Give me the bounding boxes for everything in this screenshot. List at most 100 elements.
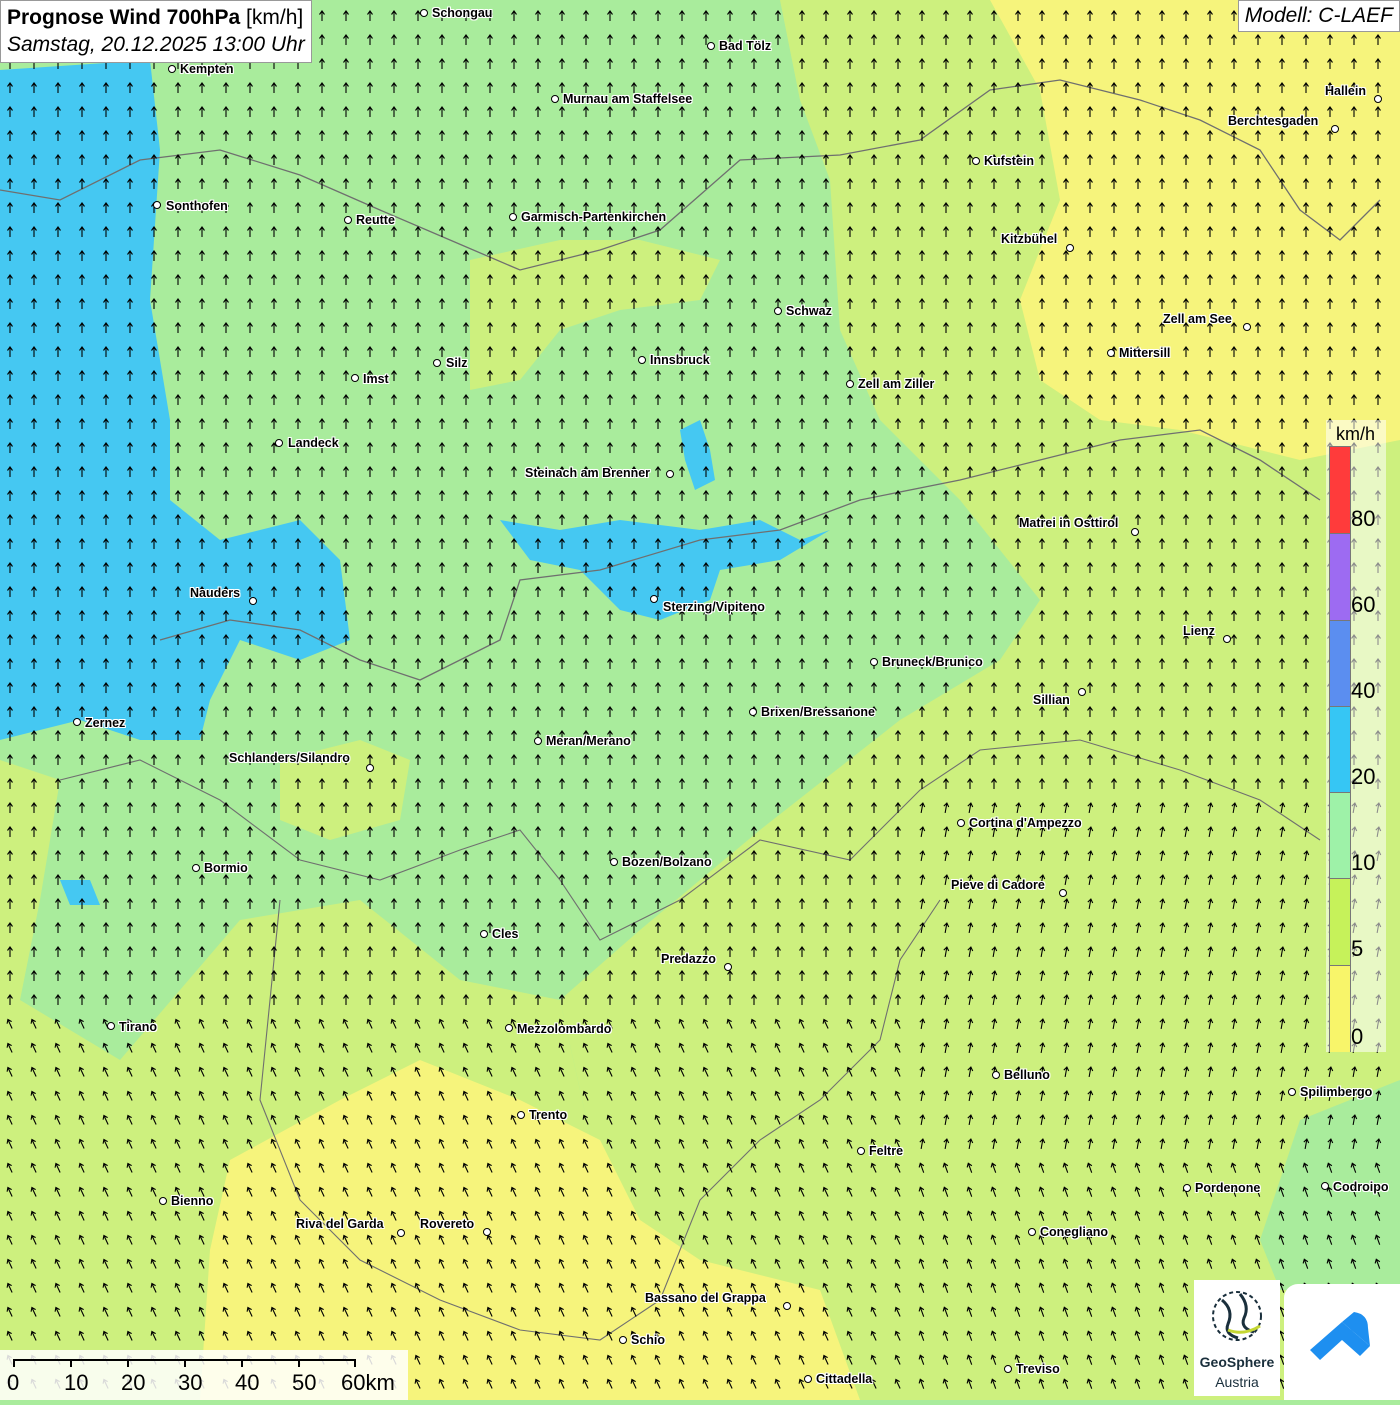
city-marker-dot [638,356,646,364]
city-marker-dot [1028,1228,1036,1236]
city-label: Predazzo [661,952,716,966]
city-label: Belluno [1004,1068,1050,1082]
city-marker-dot [1374,95,1382,103]
city-marker-dot [707,42,715,50]
city-marker-dot [73,718,81,726]
scale-tick [241,1359,243,1367]
model-label: Modell: C-LAEF [1237,0,1400,32]
map-title: Prognose Wind 700hPa [km/h] [7,6,304,29]
city-marker-dot [972,157,980,165]
city-label: Conegliano [1040,1225,1109,1239]
city-label: Cles [492,927,519,941]
city-marker-dot [505,1024,513,1032]
city-marker-dot [1107,349,1115,357]
city-label: Steinach am Brenner [525,466,651,480]
forecast-date: Samstag, 20.12.2025 13:00 Uhr [7,33,305,56]
city-label: Bienno [171,1194,214,1208]
city-label: Innsbruck [650,353,710,367]
scale-tick [298,1359,300,1367]
city-label: Schlanders/Silandro [229,751,350,765]
city-marker-dot [1059,889,1067,897]
city-marker-dot [153,201,161,209]
city-marker-dot [1321,1182,1329,1190]
city-label: Kitzbühel [1001,232,1058,246]
legend-color-segment [1330,705,1350,794]
city-marker-dot [397,1229,405,1237]
weather-app-logo[interactable] [1284,1284,1400,1400]
city-marker-dot [774,307,782,315]
city-label: Bozen/Bolzano [622,855,712,869]
scale-label: 40 [235,1370,260,1395]
city-label: Imst [363,372,389,386]
city-label: Bruneck/Brunico [882,655,983,669]
scale-tick [127,1359,129,1367]
city-marker-dot [857,1147,865,1155]
city-marker-dot [517,1111,525,1119]
city-label: Rovereto [420,1217,475,1231]
legend-colorbar [1329,446,1351,1052]
city-label: Cortina d'Ampezzo [969,816,1082,830]
scale-label: 20 [121,1370,146,1395]
city-label: Mezzolombardo [517,1022,612,1036]
city-marker-dot [1288,1088,1296,1096]
city-marker-dot [610,858,618,866]
scale-tick [13,1359,15,1367]
geosphere-logo-icon [1212,1291,1262,1341]
city-label: Garmisch-Partenkirchen [521,210,667,224]
city-label: Lienz [1183,624,1215,638]
city-marker-dot [992,1071,1000,1079]
city-label: Pieve di Cadore [951,878,1045,892]
city-marker-dot [159,1197,167,1205]
city-marker-dot [1078,688,1086,696]
legend-color-segment [1330,792,1350,880]
legend-color-segment [1330,619,1350,707]
city-marker-dot [724,963,732,971]
city-label: Cittadella [816,1372,873,1386]
city-marker-dot [1183,1184,1191,1192]
city-marker-dot [1066,244,1074,252]
city-marker-dot [551,95,559,103]
city-marker-dot [804,1375,812,1383]
city-label: Pordenone [1195,1181,1261,1195]
city-marker-dot [1223,635,1231,643]
city-marker-dot [344,216,352,224]
city-marker-dot [619,1336,627,1344]
scale-tick [354,1359,356,1367]
city-marker-dot [650,595,658,603]
city-marker-dot [1243,323,1251,331]
legend-tick-label: 40 [1351,678,1376,703]
city-marker-dot [846,380,854,388]
geosphere-logo-text: GeoSphere [1199,1354,1275,1370]
legend-color-segment [1330,533,1350,621]
city-marker-dot [480,930,488,938]
city-label: Mittersill [1119,346,1171,360]
geosphere-logo[interactable]: GeoSphere Austria [1194,1280,1280,1396]
city-label: Bormio [204,861,248,875]
scale-label: 30 [178,1370,203,1395]
city-marker-dot [783,1302,791,1310]
city-label: Murnau am Staffelsee [563,92,693,106]
city-label: Sillian [1033,693,1070,707]
city-label: Nauders [190,586,241,600]
city-marker-dot [107,1022,115,1030]
legend-tick-label: 5 [1351,936,1364,961]
city-marker-dot [366,764,374,772]
city-marker-dot [509,213,517,221]
city-label: Riva del Garda [296,1217,384,1231]
geosphere-logo-subtext: Austria [1215,1374,1259,1390]
map-title-box: Prognose Wind 700hPa [km/h] Samstag, 20.… [0,0,312,63]
city-label: Treviso [1016,1362,1060,1376]
city-label: Tirano [119,1020,157,1034]
legend-tick-label: 80 [1351,506,1376,531]
city-marker-dot [249,597,257,605]
city-label: Schwaz [786,304,832,318]
city-label: Silz [446,356,468,370]
scale-label: 10 [64,1370,89,1395]
city-marker-dot [666,470,674,478]
scale-label: 50 [292,1370,317,1395]
city-marker-dot [870,658,878,666]
scale-label: 60km [341,1370,395,1395]
city-label: Schongau [432,6,493,20]
legend-unit: km/h [1336,424,1376,444]
legend-tick-label: 60 [1351,592,1376,617]
